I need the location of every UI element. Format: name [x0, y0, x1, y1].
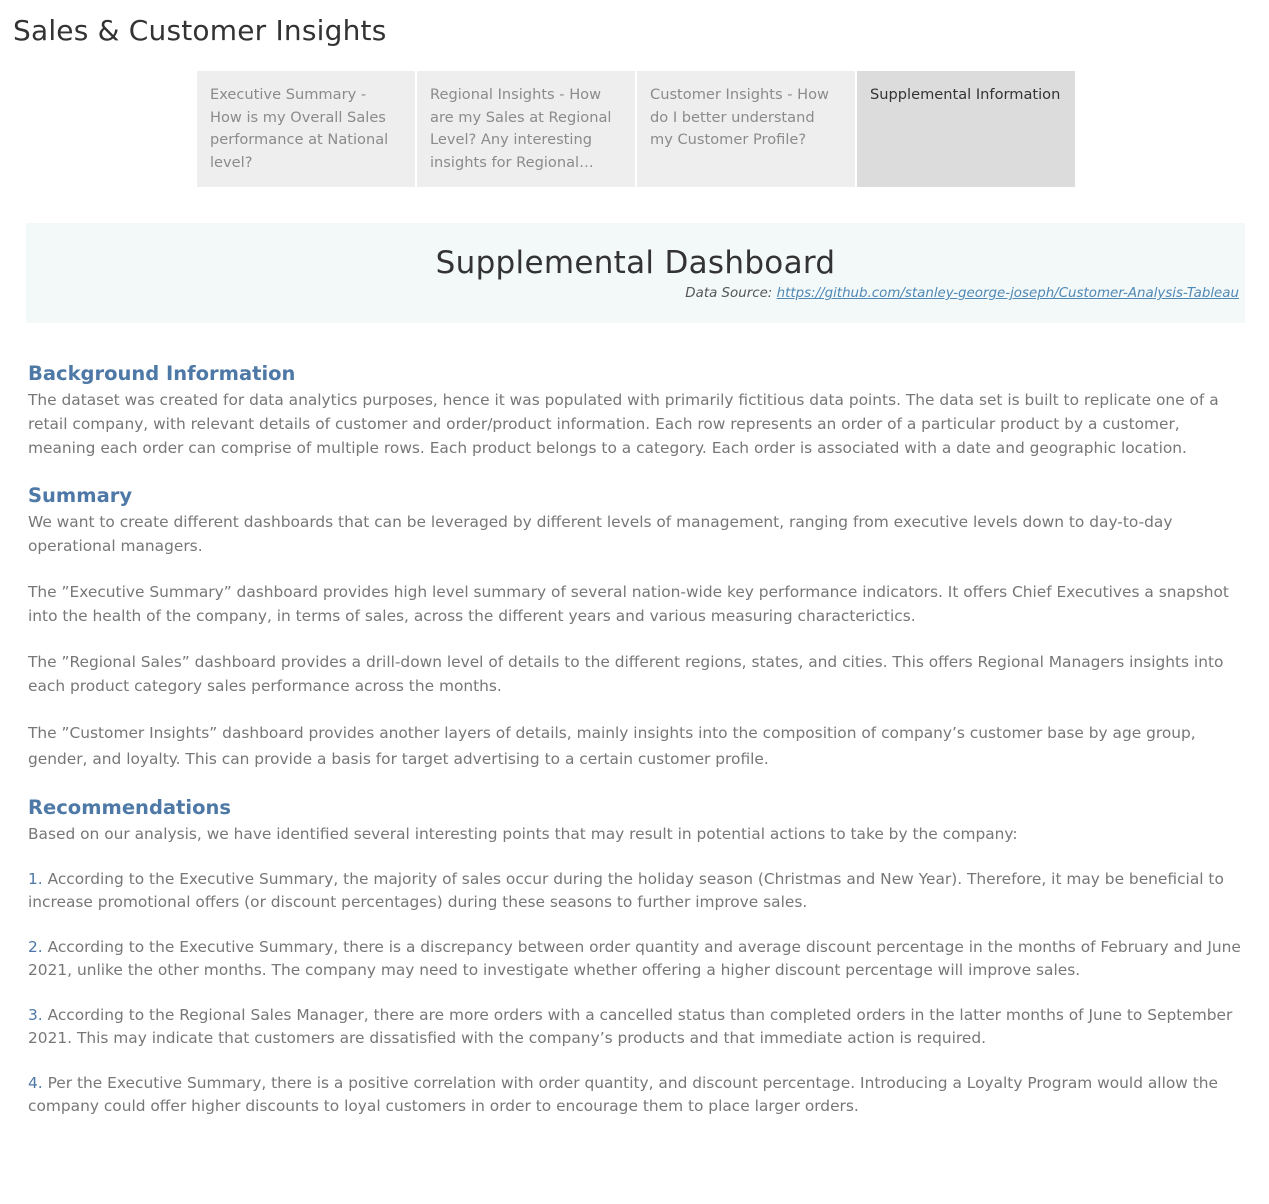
- tab-supplemental-information[interactable]: Supplemental Information: [857, 71, 1075, 187]
- summary-paragraph: The ”Customer Insights” dashboard provid…: [28, 724, 1196, 768]
- tab-customer-insights[interactable]: Customer Insights - How do I better unde…: [637, 71, 855, 187]
- recommendation-text: Per the Executive Summary, there is a po…: [28, 1074, 1219, 1115]
- tab-label: Customer Insights - How do I better unde…: [650, 86, 829, 148]
- recommendation-item: 4. Per the Executive Summary, there is a…: [28, 1072, 1248, 1118]
- tab-executive-summary[interactable]: Executive Summary - How is my Overall Sa…: [197, 71, 415, 187]
- data-source-label: Data Source:: [685, 286, 773, 301]
- summary-paragraph: The ”Regional Sales” dashboard provides …: [28, 653, 1224, 695]
- recommendation-item: 1. According to the Executive Summary, t…: [28, 868, 1248, 914]
- tab-label: Regional Insights - How are my Sales at …: [430, 86, 612, 171]
- recommendation-number: 4.: [28, 1074, 43, 1092]
- recommendation-number: 3.: [28, 1006, 43, 1024]
- summary-paragraph: The ”Executive Summary” dashboard provid…: [28, 583, 1229, 625]
- summary-paragraph: We want to create different dashboards t…: [28, 513, 1173, 555]
- tab-label: Executive Summary - How is my Overall Sa…: [210, 86, 389, 171]
- data-source: Data Source: https://github.com/stanley-…: [685, 286, 1239, 301]
- recommendations-title: Recommendations: [28, 796, 231, 819]
- recommendations-intro: Based on our analysis, we have identifie…: [28, 825, 1018, 843]
- tab-regional-insights[interactable]: Regional Insights - How are my Sales at …: [417, 71, 635, 187]
- background-text: The dataset was created for data analyti…: [28, 391, 1219, 457]
- recommendation-text: According to the Executive Summary, the …: [28, 870, 1224, 911]
- recommendation-text: According to the Executive Summary, ther…: [28, 938, 1241, 979]
- dashboard-header: Supplemental Dashboard Data Source: http…: [26, 223, 1245, 323]
- recommendation-item: 2. According to the Executive Summary, t…: [28, 936, 1248, 982]
- recommendation-number: 2.: [28, 938, 43, 956]
- tab-label: Supplemental Information: [870, 86, 1061, 103]
- data-source-link[interactable]: https://github.com/stanley-george-joseph…: [777, 286, 1239, 301]
- workbook-title: Sales & Customer Insights: [13, 14, 387, 47]
- summary-title: Summary: [28, 484, 133, 507]
- recommendation-number: 1.: [28, 870, 43, 888]
- dashboard-tabs: Executive Summary - How is my Overall Sa…: [197, 71, 1075, 187]
- dashboard-title: Supplemental Dashboard: [435, 245, 836, 281]
- recommendation-text: According to the Regional Sales Manager,…: [28, 1006, 1233, 1047]
- background-title: Background Information: [28, 362, 296, 385]
- content-area: Background Information The dataset was c…: [28, 360, 1248, 1118]
- recommendation-item: 3. According to the Regional Sales Manag…: [28, 1004, 1248, 1050]
